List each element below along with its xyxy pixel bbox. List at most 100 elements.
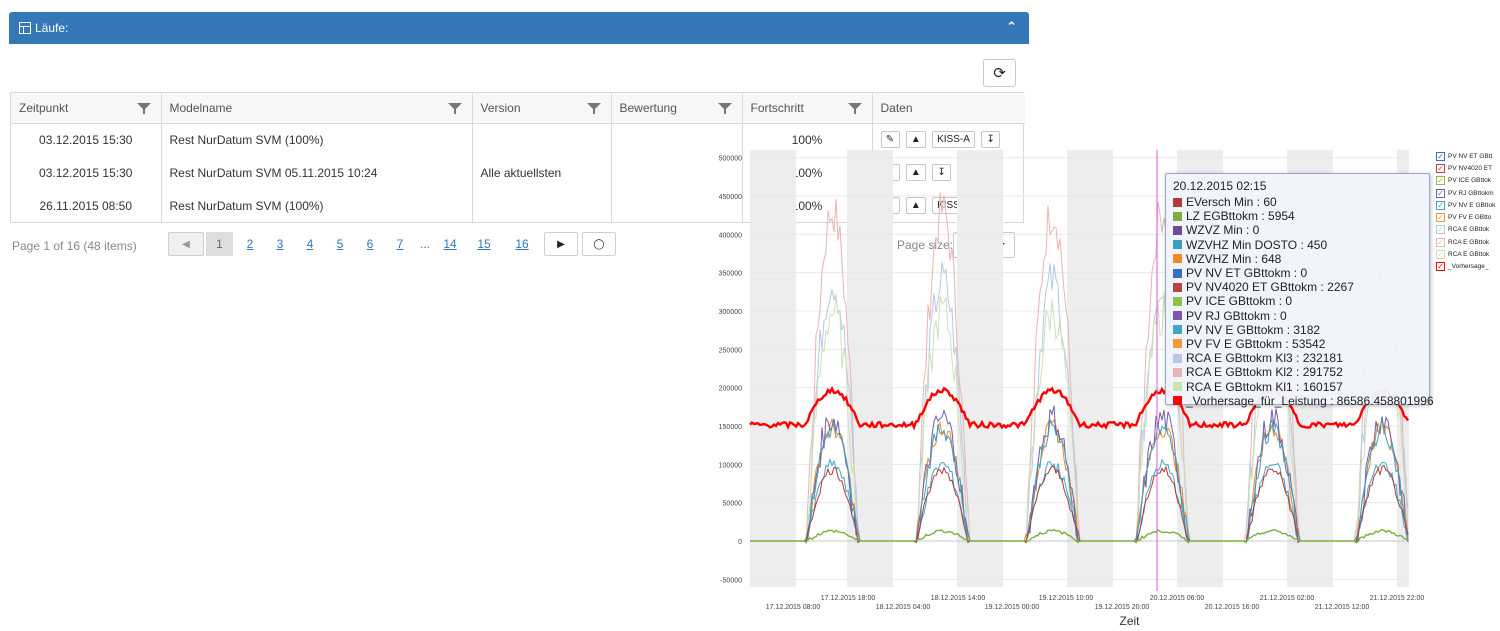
page-1[interactable]: 1: [206, 232, 233, 256]
legend-checkbox[interactable]: ✓: [1436, 225, 1445, 235]
tooltip-rows: EVersch Min : 60 LZ EGBttokm : 5954 WZVZ M…: [1173, 195, 1434, 408]
pager-info: Page 1 of 16 (48 items): [12, 239, 137, 253]
tooltip-row: RCA E GBttokm Kl2 : 291752: [1173, 365, 1422, 379]
column-header-bewertung[interactable]: Bewertung: [611, 93, 743, 124]
cell-modelname: Rest NurDatum SVM (100%): [161, 123, 473, 156]
series-swatch: [1173, 211, 1182, 221]
legend-item[interactable]: ✓ PV ICE GBttok: [1436, 175, 1500, 187]
legend-checkbox[interactable]: ✓: [1436, 237, 1445, 247]
column-label: Modelname: [169, 100, 233, 115]
y-tick-label: 100000: [719, 462, 742, 469]
page-ellipsis[interactable]: ...: [415, 237, 435, 251]
legend-label: PV NV E GBttok: [1448, 201, 1496, 209]
night-band: [750, 150, 796, 587]
legend-checkbox[interactable]: ✓: [1436, 200, 1445, 210]
kiss-a-button[interactable]: KISS-A: [932, 131, 975, 149]
show-all-button[interactable]: ◯: [582, 232, 616, 256]
grid-header-row: Zeitpunkt Modelname Version Bewertung Fo…: [11, 93, 1025, 124]
tooltip-row-label: WZVHZ Min DOSTO : 450: [1186, 237, 1328, 252]
filter-icon[interactable]: [136, 103, 151, 114]
tooltip-row: PV ICE GBttokm : 0: [1173, 294, 1422, 308]
tooltip-row: _Vorhersage_für_Leistung : 86586.4588019…: [1173, 394, 1434, 408]
page-14[interactable]: 14: [435, 237, 465, 251]
y-tick-label: -50000: [720, 577, 742, 584]
column-header-daten: Daten: [872, 93, 1025, 124]
y-axis-ticks: 5000004500004000003500003000002500002000…: [719, 156, 742, 585]
x-tick-label: 19.12.2015 20:00: [1095, 604, 1150, 611]
legend-checkbox[interactable]: ✓: [1436, 188, 1445, 198]
legend-item[interactable]: ✓ RCA E GBttok: [1436, 224, 1500, 236]
chart-button[interactable]: ▲: [905, 131, 926, 149]
legend-label: PV ICE GBttok: [1448, 177, 1491, 185]
filter-icon[interactable]: [717, 103, 732, 114]
chevron-right-icon: ▶: [557, 238, 565, 250]
edit-button[interactable]: ✎: [880, 131, 900, 149]
x-tick-label: 20.12.2015 06:00: [1150, 595, 1205, 602]
series-swatch: [1173, 339, 1182, 349]
x-axis-label: Zeit: [1119, 614, 1140, 628]
panel-title: Läufe:: [35, 21, 69, 35]
legend-label: RCA E GBttok: [1448, 251, 1490, 259]
page-3[interactable]: 3: [265, 237, 295, 251]
page-2[interactable]: 2: [235, 237, 265, 251]
y-tick-label: 0: [738, 539, 742, 546]
series-swatch: [1173, 382, 1182, 392]
legend-label: RCA E GBttok: [1448, 226, 1490, 234]
y-tick-label: 150000: [719, 424, 742, 431]
y-tick-label: 350000: [719, 271, 742, 278]
column-header-fortschritt[interactable]: Fortschritt: [742, 93, 873, 124]
filter-icon[interactable]: [847, 103, 862, 114]
legend-checkbox[interactable]: ✓: [1436, 163, 1445, 173]
page-4[interactable]: 4: [295, 237, 325, 251]
prev-page-button[interactable]: ◀: [168, 232, 204, 256]
page-16[interactable]: 16: [503, 237, 541, 251]
x-tick-label: 21.12.2015 12:00: [1315, 604, 1370, 611]
download-button[interactable]: ↧: [981, 131, 1001, 149]
series-swatch: [1173, 268, 1182, 278]
column-header-modelname[interactable]: Modelname: [161, 93, 473, 124]
next-page-button[interactable]: ▶: [544, 232, 578, 256]
legend-item[interactable]: ✓ RCA E GBttok: [1436, 248, 1500, 260]
legend-checkbox[interactable]: ✓: [1436, 176, 1445, 186]
series-swatch: [1173, 225, 1182, 235]
page-5[interactable]: 5: [325, 237, 355, 251]
column-header-zeitpunkt[interactable]: Zeitpunkt: [11, 93, 162, 124]
legend-label: _Vorhersage_: [1448, 263, 1489, 271]
filter-icon[interactable]: [586, 103, 601, 114]
legend-item[interactable]: ✓ PV NV E GBttok: [1436, 199, 1500, 211]
x-tick-label: 19.12.2015 10:00: [1039, 595, 1094, 602]
column-header-version[interactable]: Version: [472, 93, 612, 124]
legend-item[interactable]: ✓ PV NV ET GBtt: [1436, 150, 1500, 162]
cell-zeitpunkt: 03.12.2015 15:30: [11, 156, 162, 189]
page-6[interactable]: 6: [355, 237, 385, 251]
tooltip-row-label: RCA E GBttokm Kl2 : 291752: [1186, 365, 1343, 380]
legend-item[interactable]: ✓ RCA E GBttok: [1436, 236, 1500, 248]
filter-icon[interactable]: [447, 103, 462, 114]
chart-tooltip: 20.12.2015 02:15 EVersch Min : 60 LZ EGBt…: [1165, 173, 1434, 408]
tooltip-row-label: PV RJ GBttokm : 0: [1186, 308, 1287, 323]
laeufe-panel-header[interactable]: Läufe: ⌃: [9, 12, 1029, 44]
page-15[interactable]: 15: [465, 237, 503, 251]
legend-item[interactable]: ✓ PV RJ GBttokm: [1436, 187, 1500, 199]
collapse-chevron-icon[interactable]: ⌃: [1006, 19, 1017, 35]
x-tick-label: 19.12.2015 00:00: [985, 604, 1040, 611]
cell-modelname: Rest NurDatum SVM (100%): [161, 189, 473, 222]
legend-checkbox[interactable]: ✓: [1436, 262, 1445, 272]
refresh-button[interactable]: ⟳: [983, 59, 1016, 87]
x-tick-label: 18.12.2015 14:00: [931, 595, 986, 602]
legend-checkbox[interactable]: ✓: [1436, 250, 1445, 260]
tooltip-row: PV NV ET GBttokm : 0: [1173, 266, 1422, 280]
page-7[interactable]: 7: [385, 237, 415, 251]
legend-item[interactable]: ✓ _Vorhersage_: [1436, 261, 1500, 273]
legend-item[interactable]: ✓ PV NV4020 ET: [1436, 162, 1500, 174]
legend-checkbox[interactable]: ✓: [1436, 213, 1445, 223]
edit-icon: ✎: [885, 134, 895, 146]
legend-label: PV RJ GBttokm: [1448, 189, 1494, 197]
legend-checkbox[interactable]: ✓: [1436, 151, 1445, 161]
legend-label: PV NV ET GBtt: [1448, 152, 1493, 160]
legend-item[interactable]: ✓ PV FV E GBtto: [1436, 211, 1500, 223]
x-tick-label: 17.12.2015 08:00: [766, 604, 821, 611]
tooltip-row-label: EVersch Min : 60: [1186, 195, 1277, 210]
tooltip-row: EVersch Min : 60: [1173, 195, 1422, 209]
x-axis-ticks: 17.12.2015 18:00 18.12.2015 14:00 19.12.20…: [766, 595, 1425, 611]
